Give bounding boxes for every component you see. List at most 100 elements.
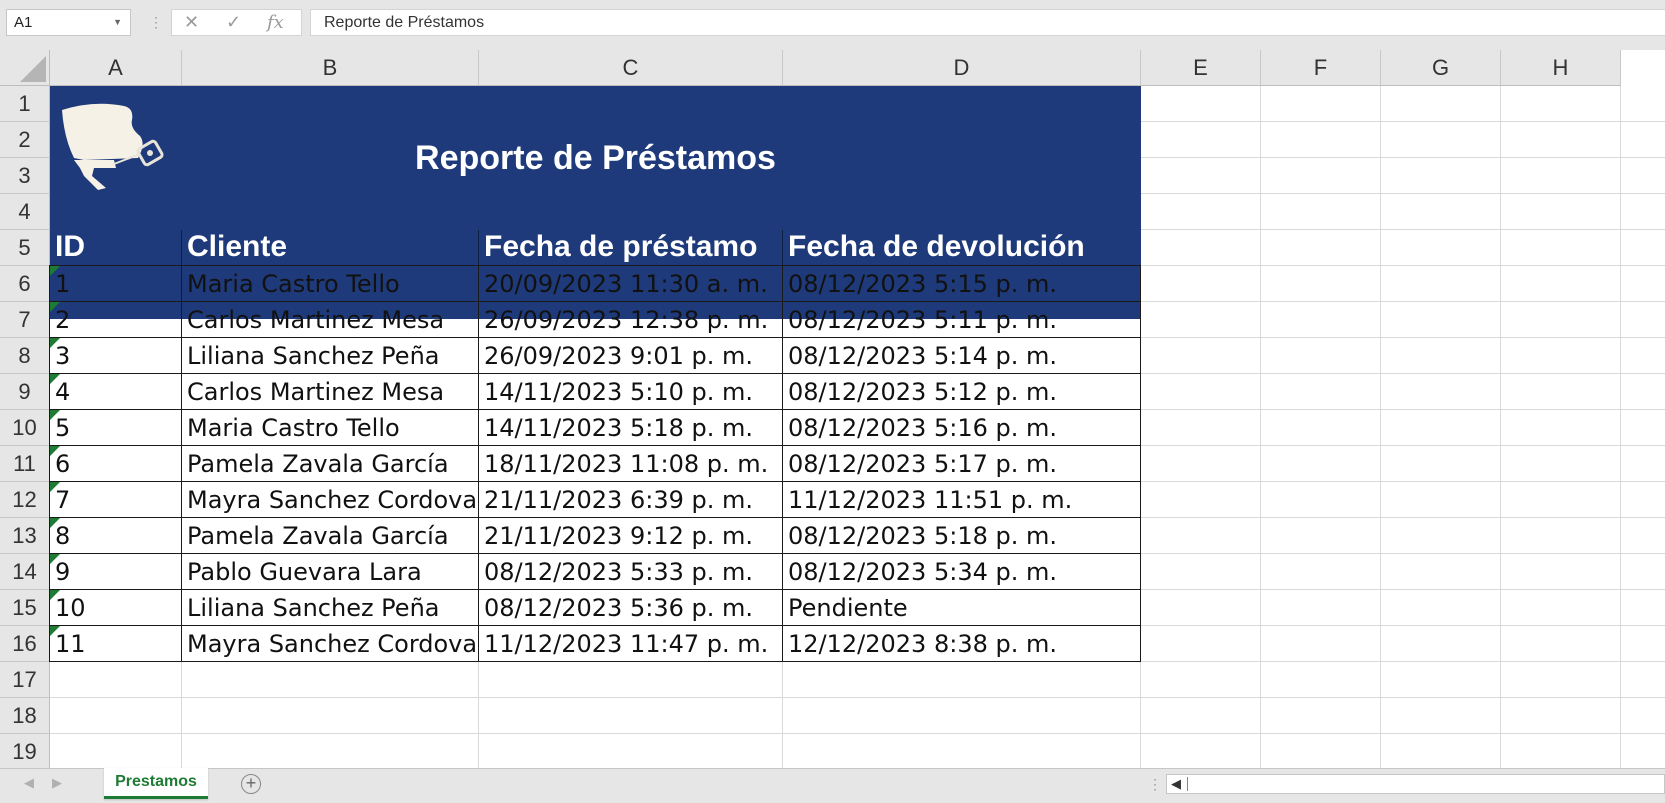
cell-fecha-devolucion[interactable]: 08/12/2023 5:15 p. m. — [783, 266, 1141, 302]
cell-fecha-devolucion[interactable]: 08/12/2023 5:14 p. m. — [783, 338, 1141, 374]
header-id[interactable]: ID — [50, 230, 182, 264]
cell-fecha-devolucion[interactable]: 12/12/2023 8:38 p. m. — [783, 626, 1141, 662]
header-cliente[interactable]: Cliente — [182, 230, 479, 264]
scroll-left-icon[interactable]: ◀ — [1171, 776, 1181, 792]
error-indicator-icon[interactable] — [50, 482, 60, 492]
cell-id[interactable]: 9 — [50, 554, 182, 590]
cell-cliente[interactable]: Carlos Martinez Mesa — [182, 302, 479, 338]
cell-fecha-devolucion[interactable]: 08/12/2023 5:18 p. m. — [783, 518, 1141, 554]
cell-fecha-devolucion[interactable]: 08/12/2023 5:12 p. m. — [783, 374, 1141, 410]
cell-cliente[interactable]: Pablo Guevara Lara — [182, 554, 479, 590]
cell-id[interactable]: 6 — [50, 446, 182, 482]
column-header-E[interactable]: E — [1141, 50, 1261, 86]
cell-fecha-prestamo[interactable]: 14/11/2023 5:10 p. m. — [479, 374, 783, 410]
name-box[interactable]: A1 ▼ — [6, 9, 131, 36]
row-header-10[interactable]: 10 — [0, 410, 50, 446]
column-header-G[interactable]: G — [1381, 50, 1501, 86]
column-header-C[interactable]: C — [479, 50, 783, 86]
column-header-F[interactable]: F — [1261, 50, 1381, 86]
column-header-H[interactable]: H — [1501, 50, 1621, 86]
row-header-8[interactable]: 8 — [0, 338, 50, 374]
error-indicator-icon[interactable] — [50, 302, 60, 312]
header-fecha-devolucion[interactable]: Fecha de devolución — [783, 230, 1141, 264]
cell-fecha-prestamo[interactable]: 21/11/2023 9:12 p. m. — [479, 518, 783, 554]
row-header-19[interactable]: 19 — [0, 734, 50, 768]
cell-cliente[interactable]: Mayra Sanchez Cordova — [182, 626, 479, 662]
error-indicator-icon[interactable] — [50, 446, 60, 456]
row-header-4[interactable]: 4 — [0, 194, 50, 230]
error-indicator-icon[interactable] — [50, 266, 60, 276]
next-sheet-icon[interactable]: ▶ — [52, 775, 62, 791]
fx-icon[interactable]: fx — [267, 12, 284, 33]
cell-fecha-prestamo[interactable]: 26/09/2023 9:01 p. m. — [479, 338, 783, 374]
cell-cliente[interactable]: Mayra Sanchez Cordova — [182, 482, 479, 518]
prev-sheet-icon[interactable]: ◀ — [24, 775, 34, 791]
cell-id[interactable]: 10 — [50, 590, 182, 626]
error-indicator-icon[interactable] — [50, 554, 60, 564]
cell-cliente[interactable]: Pamela Zavala García — [182, 518, 479, 554]
error-indicator-icon[interactable] — [50, 410, 60, 420]
cell-fecha-prestamo[interactable]: 21/11/2023 6:39 p. m. — [479, 482, 783, 518]
cell-fecha-devolucion[interactable]: 08/12/2023 5:17 p. m. — [783, 446, 1141, 482]
row-header-11[interactable]: 11 — [0, 446, 50, 482]
row-header-14[interactable]: 14 — [0, 554, 50, 590]
scroll-thumb[interactable] — [1187, 777, 1188, 791]
cell-fecha-devolucion[interactable]: Pendiente — [783, 590, 1141, 626]
row-header-17[interactable]: 17 — [0, 662, 50, 698]
close-icon[interactable]: ✕ — [184, 12, 199, 33]
row-header-13[interactable]: 13 — [0, 518, 50, 554]
formula-input[interactable]: Reporte de Préstamos — [310, 9, 1665, 36]
check-icon[interactable]: ✓ — [226, 12, 241, 33]
row-header-3[interactable]: 3 — [0, 158, 50, 194]
cell-fecha-prestamo[interactable]: 18/11/2023 11:08 p. m. — [479, 446, 783, 482]
cell-id[interactable]: 8 — [50, 518, 182, 554]
column-header-D[interactable]: D — [783, 50, 1141, 86]
cell-id[interactable]: 7 — [50, 482, 182, 518]
error-indicator-icon[interactable] — [50, 626, 60, 636]
error-indicator-icon[interactable] — [50, 590, 60, 600]
cell-fecha-devolucion[interactable]: 08/12/2023 5:16 p. m. — [783, 410, 1141, 446]
row-header-16[interactable]: 16 — [0, 626, 50, 662]
cell-id[interactable]: 2 — [50, 302, 182, 338]
cell-cliente[interactable]: Liliana Sanchez Peña — [182, 338, 479, 374]
cell-fecha-prestamo[interactable]: 08/12/2023 5:36 p. m. — [479, 590, 783, 626]
cell-fecha-prestamo[interactable]: 08/12/2023 5:33 p. m. — [479, 554, 783, 590]
cell-id[interactable]: 11 — [50, 626, 182, 662]
cell-cliente[interactable]: Carlos Martinez Mesa — [182, 374, 479, 410]
cell-id[interactable]: 3 — [50, 338, 182, 374]
horizontal-scrollbar[interactable]: ◀ — [1166, 774, 1665, 794]
row-header-18[interactable]: 18 — [0, 698, 50, 734]
row-header-2[interactable]: 2 — [0, 122, 50, 158]
row-header-12[interactable]: 12 — [0, 482, 50, 518]
select-all-button[interactable] — [0, 50, 50, 86]
column-header-A[interactable]: A — [50, 50, 182, 86]
error-indicator-icon[interactable] — [50, 518, 60, 528]
cell-fecha-prestamo[interactable]: 14/11/2023 5:18 p. m. — [479, 410, 783, 446]
cell-cliente[interactable]: Maria Castro Tello — [182, 410, 479, 446]
cell-fecha-devolucion[interactable]: 08/12/2023 5:34 p. m. — [783, 554, 1141, 590]
column-header-B[interactable]: B — [182, 50, 479, 86]
row-header-9[interactable]: 9 — [0, 374, 50, 410]
plus-circle-icon[interactable]: + — [241, 774, 261, 794]
cell-fecha-devolucion[interactable]: 11/12/2023 11:51 p. m. — [783, 482, 1141, 518]
cell-cliente[interactable]: Pamela Zavala García — [182, 446, 479, 482]
cell-cliente[interactable]: Maria Castro Tello — [182, 266, 479, 302]
error-indicator-icon[interactable] — [50, 338, 60, 348]
row-header-7[interactable]: 7 — [0, 302, 50, 338]
row-header-1[interactable]: 1 — [0, 86, 50, 122]
sheet-tab-prestamos[interactable]: Prestamos — [104, 768, 208, 799]
cell-fecha-prestamo[interactable]: 26/09/2023 12:38 p. m. — [479, 302, 783, 338]
header-fecha-prestamo[interactable]: Fecha de préstamo — [479, 230, 783, 264]
cell-cliente[interactable]: Liliana Sanchez Peña — [182, 590, 479, 626]
row-header-6[interactable]: 6 — [0, 266, 50, 302]
cell-fecha-prestamo[interactable]: 20/09/2023 11:30 a. m. — [479, 266, 783, 302]
cell-id[interactable]: 1 — [50, 266, 182, 302]
cell-id[interactable]: 4 — [50, 374, 182, 410]
row-header-5[interactable]: 5 — [0, 230, 50, 266]
cell-id[interactable]: 5 — [50, 410, 182, 446]
error-indicator-icon[interactable] — [50, 374, 60, 384]
cell-fecha-devolucion[interactable]: 08/12/2023 5:11 p. m. — [783, 302, 1141, 338]
row-header-15[interactable]: 15 — [0, 590, 50, 626]
cell-fecha-prestamo[interactable]: 11/12/2023 11:47 p. m. — [479, 626, 783, 662]
chevron-down-icon[interactable]: ▼ — [113, 10, 122, 35]
